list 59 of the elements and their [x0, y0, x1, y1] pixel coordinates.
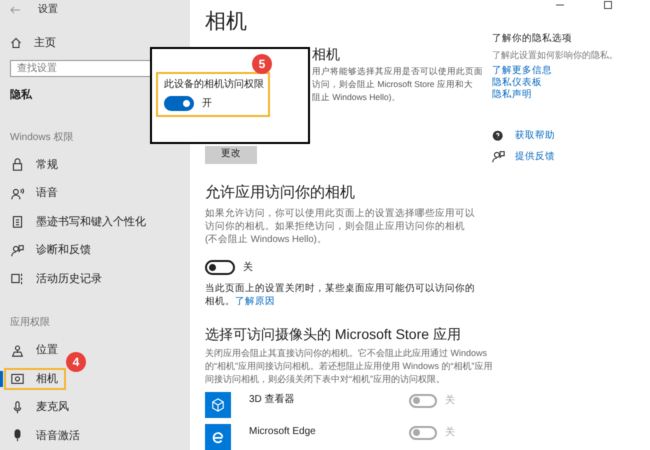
description-text: 访问，则会阻止 Microsoft Store 应用和大 [312, 78, 473, 90]
privacy-link[interactable]: 隐私声明 [492, 89, 650, 102]
sidebar-item[interactable]: 语音激活 [4, 424, 88, 447]
cube-app-icon [205, 392, 231, 418]
toggle-state: 关 [445, 394, 455, 408]
app-name: Microsoft Edge [249, 425, 317, 439]
setting-label: 此设备的相机访问权限 [164, 78, 262, 92]
step-badge: 5 [252, 54, 272, 74]
section-heading: 选择可访问摄像头的 Microsoft Store 应用 [205, 325, 462, 344]
app-name: 3D 查看器 [249, 392, 296, 407]
location-icon [11, 344, 24, 357]
sidebar-item[interactable]: 麦克风 [4, 396, 77, 418]
section-heading: 允许应用访问你的相机 [205, 182, 356, 202]
sidebar-item[interactable]: 位置 [4, 339, 66, 362]
step-badge: 4 [66, 352, 86, 372]
toggle-switch[interactable] [409, 426, 437, 440]
home-icon [10, 37, 22, 50]
learn-why-link[interactable]: 了解原因 [235, 296, 275, 307]
page-title: 相机 [205, 10, 248, 34]
section-title: 隐私 [9, 88, 34, 103]
timeline-icon [11, 272, 24, 286]
privacy-link[interactable]: 隐私仪表板 [492, 77, 650, 90]
description-text: 如果允许访问，你可以使用此页面上的设置选择哪些应用可以访问你的相机。如果拒绝访问，则会阻止应用访问你的相机(不会阻止 Windows Hello)。 [205, 207, 475, 246]
toggle-state: 关 [445, 426, 455, 440]
aside-action-link[interactable]: 提供反馈 [515, 150, 555, 164]
toggle-switch[interactable] [205, 260, 235, 275]
help-icon [492, 130, 505, 143]
group-title: 应用权限 [9, 316, 51, 330]
microphone-icon [11, 400, 24, 414]
sidebar-item[interactable]: 相机 [4, 368, 66, 390]
privacy-link[interactable]: 了解更多信息 [492, 65, 650, 78]
section-heading: 相机 [312, 44, 341, 64]
aside-text: 了解此设置如何影响你的隐私。 [492, 48, 619, 62]
change-button[interactable]: 更改 [205, 146, 257, 164]
sidebar-item[interactable]: 常规 [4, 154, 66, 176]
clipboard-icon [11, 215, 24, 228]
sidebar-item[interactable]: 诊断和反馈 [4, 239, 99, 262]
description-text: 阻止 Windows Hello)。 [312, 90, 400, 104]
maximize-icon[interactable] [604, 0, 612, 9]
toggle-state: 开 [202, 97, 212, 111]
aside-heading: 了解你的隐私选项 [492, 32, 573, 46]
sidebar-item[interactable]: 墨迹书写和键入个性化 [4, 210, 154, 233]
description-text: 关闭应用会阻止其直接访问你的相机。它不会阻止此应用通过 Windows 的“相机”应用间接访问相机。若还想阻止应用使用 Windows 的“相机”应用间接访问相机，则必须关闭下表中对“相机”应用的访问权限。 [205, 347, 494, 386]
sidebar-item[interactable]: 语音 [4, 182, 66, 204]
sidebar-item[interactable]: 活动历史记录 [4, 268, 110, 290]
toggle-switch[interactable] [409, 394, 437, 408]
lock-icon [11, 158, 24, 172]
description-text: 用户将能够选择其应用是否可以使用此页面 [312, 64, 483, 78]
toggle-state: 关 [243, 260, 253, 275]
person-icon [11, 186, 24, 200]
toggle-switch[interactable] [164, 96, 194, 111]
note-text: 当此页面上的设置关闭时，某些桌面应用可能仍可以访问你的相机。了解原因 [205, 282, 475, 308]
person-icon [11, 244, 24, 257]
home-link[interactable]: 主页 [34, 35, 56, 52]
person-icon [492, 150, 505, 164]
aside-action-link[interactable]: 获取帮助 [515, 129, 555, 144]
window-title: 设置 [38, 2, 58, 18]
camera-icon [11, 372, 24, 386]
group-title: Windows 权限 [9, 130, 74, 144]
